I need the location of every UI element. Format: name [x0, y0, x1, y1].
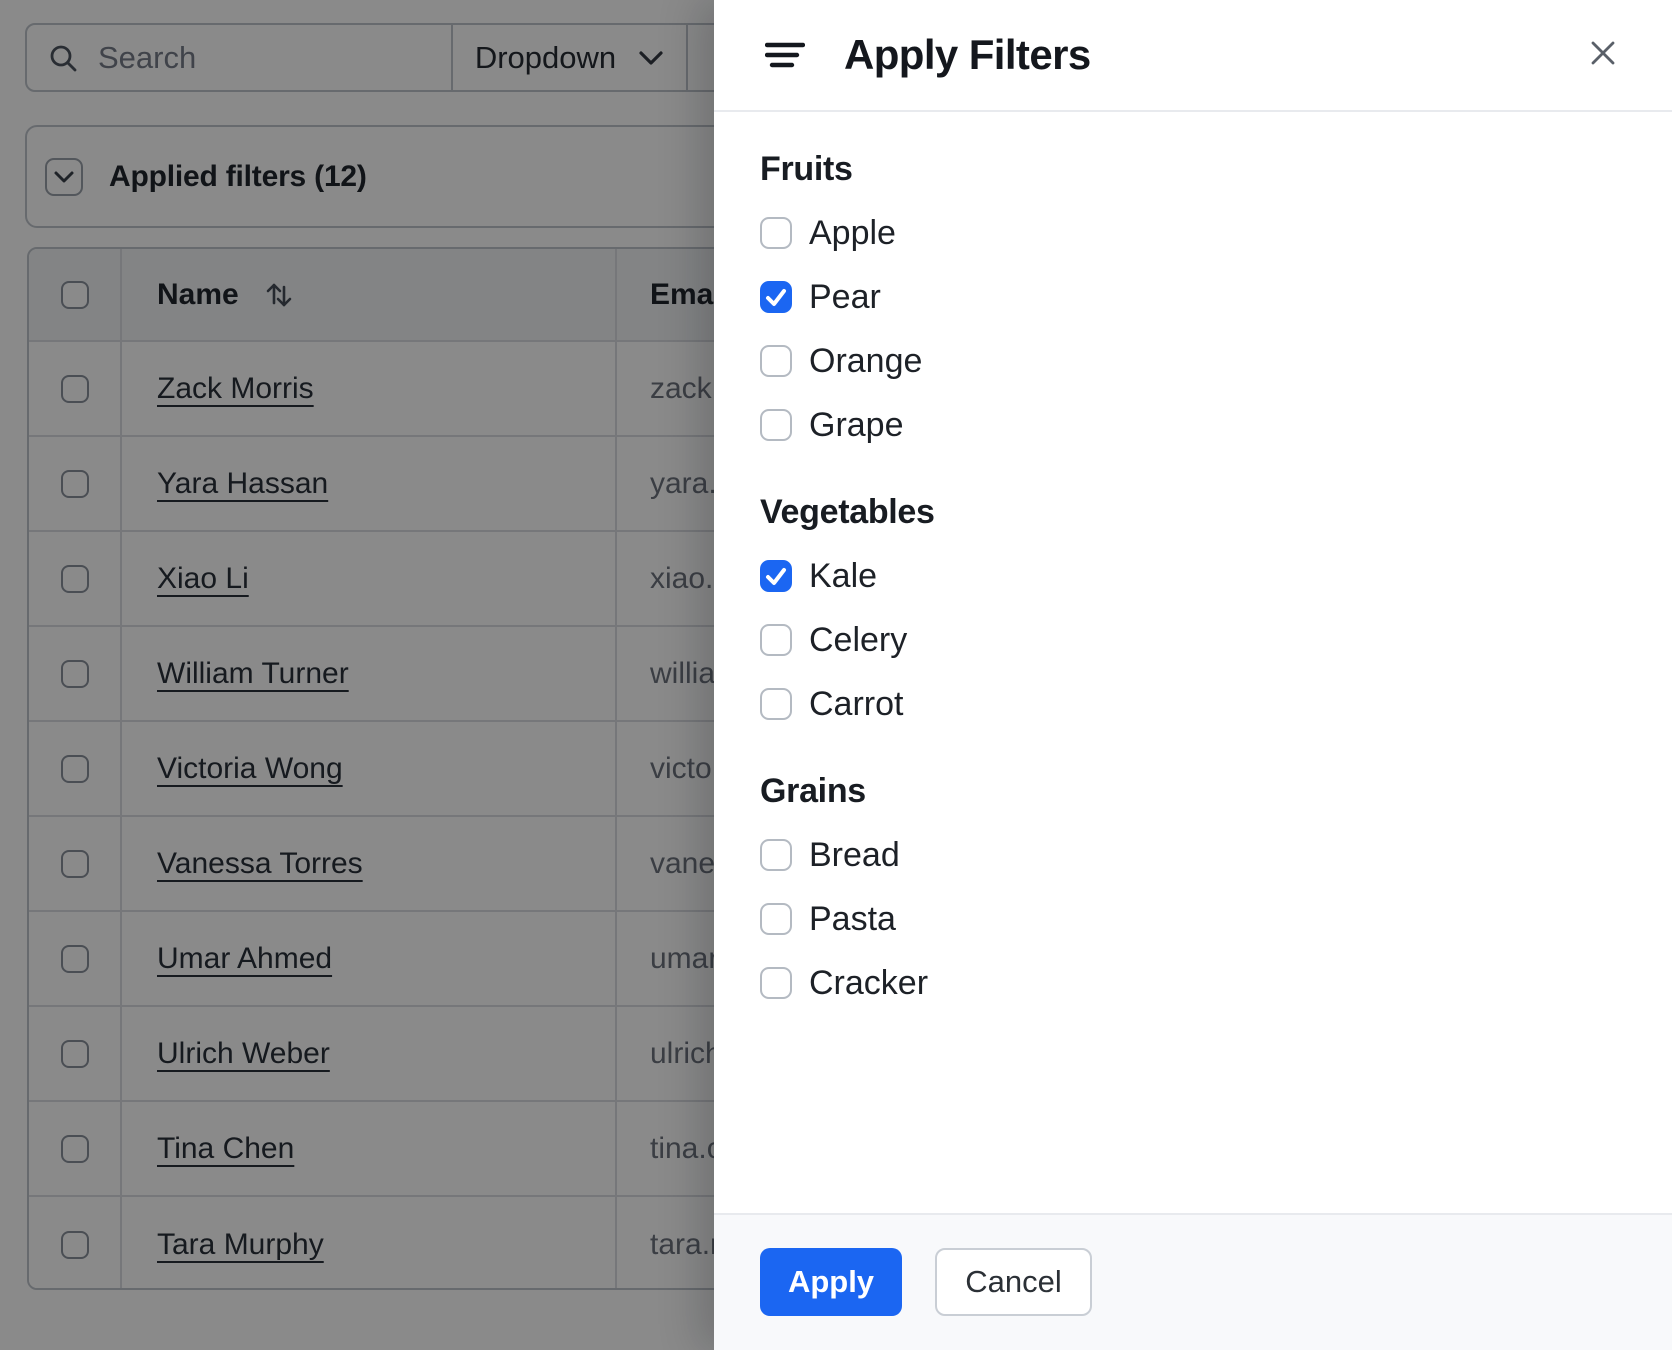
- check-icon: [766, 568, 786, 585]
- filter-option[interactable]: Bread: [760, 823, 1626, 887]
- panel-title: Apply Filters: [844, 31, 1091, 78]
- filter-option-label: Kale: [809, 556, 878, 595]
- filter-option-label: Pear: [809, 277, 881, 316]
- filter-option[interactable]: Celery: [760, 608, 1626, 672]
- apply-button[interactable]: Apply: [760, 1248, 902, 1316]
- filter-option[interactable]: Apple: [760, 201, 1626, 265]
- filter-option-label: Orange: [809, 341, 923, 380]
- filter-section-heading: Fruits: [760, 150, 853, 188]
- filter-option-label: Grape: [809, 405, 904, 444]
- filter-icon: [765, 40, 805, 70]
- check-icon: [766, 289, 786, 306]
- filter-panel: Apply Filters Fruits Apple Pear Orange Grape…: [714, 0, 1672, 1350]
- filter-option[interactable]: Grape: [760, 393, 1626, 457]
- filter-option-label: Bread: [809, 835, 900, 874]
- modal-overlay[interactable]: [0, 0, 714, 1350]
- close-icon: [1586, 36, 1620, 70]
- filter-option-label: Cracker: [809, 963, 929, 1002]
- checkbox-unchecked[interactable]: [760, 345, 792, 377]
- filter-option[interactable]: Kale: [760, 544, 1626, 608]
- checkbox-unchecked[interactable]: [760, 688, 792, 720]
- checkbox-unchecked[interactable]: [760, 624, 792, 656]
- filter-option-label: Apple: [809, 213, 896, 252]
- filter-section: Grains Bread Pasta Cracker: [760, 772, 1626, 1015]
- filter-section: Vegetables Kale Celery Carrot: [760, 493, 1626, 736]
- filter-option-label: Celery: [809, 620, 908, 659]
- checkbox-checked[interactable]: [760, 281, 792, 313]
- filter-section: Fruits Apple Pear Orange Grape: [760, 150, 1626, 457]
- checkbox-unchecked[interactable]: [760, 967, 792, 999]
- filter-panel-body: Fruits Apple Pear Orange Grape Vegetables Kale…: [714, 112, 1672, 1015]
- checkbox-unchecked[interactable]: [760, 409, 792, 441]
- filter-option[interactable]: Pear: [760, 265, 1626, 329]
- cancel-button[interactable]: Cancel: [935, 1248, 1092, 1316]
- filter-panel-header: Apply Filters: [714, 0, 1672, 112]
- filter-option[interactable]: Carrot: [760, 672, 1626, 736]
- filter-option-label: Pasta: [809, 899, 896, 938]
- checkbox-checked[interactable]: [760, 560, 792, 592]
- filter-option[interactable]: Orange: [760, 329, 1626, 393]
- close-button[interactable]: [1578, 28, 1628, 78]
- app-root: Dropdown Applied filters (12): [0, 0, 1672, 1350]
- filter-option[interactable]: Pasta: [760, 887, 1626, 951]
- filter-section-heading: Vegetables: [760, 493, 935, 531]
- checkbox-unchecked[interactable]: [760, 217, 792, 249]
- checkbox-unchecked[interactable]: [760, 903, 792, 935]
- filter-section-heading: Grains: [760, 772, 866, 810]
- filter-option-label: Carrot: [809, 684, 904, 723]
- filter-option[interactable]: Cracker: [760, 951, 1626, 1015]
- filter-panel-footer: Apply Cancel: [714, 1213, 1672, 1350]
- checkbox-unchecked[interactable]: [760, 839, 792, 871]
